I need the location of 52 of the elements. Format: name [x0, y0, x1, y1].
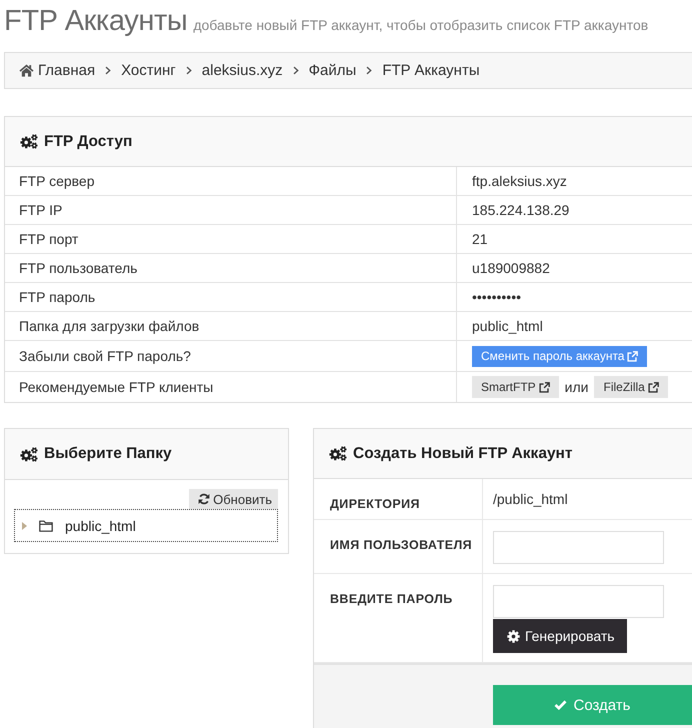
row-label: FTP пароль — [18, 288, 96, 307]
chevron-icon — [366, 66, 372, 75]
page-subtitle: добавьте новый FTP аккаунт, чтобы отобразить список FTP аккаунтов — [193, 17, 648, 33]
form-label: ИМЯ ПОЛЬЗОВАТЕЛЯ — [314, 520, 483, 573]
panel-title: FTP Доступ — [44, 132, 132, 150]
row-label: FTP пользователь — [18, 259, 138, 278]
panel-title: Выберите Папку — [44, 445, 172, 463]
folder-icon — [39, 520, 53, 532]
external-link-icon — [648, 382, 659, 392]
gears-icon — [329, 446, 347, 461]
panel-title: Создать Новый FTP Аккаунт — [353, 444, 573, 462]
directory-value: /public_html — [493, 490, 568, 509]
check-icon — [554, 700, 568, 710]
separator-text: или — [564, 379, 588, 395]
row-label: Рекомендуемые FTP клиенты — [18, 378, 214, 397]
breadcrumb-link[interactable]: FTP Аккаунты — [382, 62, 480, 79]
row-value: •••••••••• — [456, 283, 692, 311]
external-link-icon — [538, 382, 550, 392]
folder-name[interactable]: public_html — [65, 518, 136, 534]
breadcrumb-link[interactable]: Файлы — [308, 62, 356, 79]
row-label: Забыли свой FTP пароль? — [18, 347, 192, 366]
row-value: 21 — [456, 225, 692, 253]
chevron-icon — [186, 66, 192, 75]
breadcrumb-link[interactable]: Главная — [19, 62, 96, 79]
chevron-icon — [292, 66, 299, 75]
row-label: Папка для загрузки файлов — [18, 317, 200, 336]
gears-icon — [20, 134, 38, 149]
gears-icon — [20, 446, 38, 462]
form-label: ВВЕДИТЕ ПАРОЛЬ — [314, 574, 483, 662]
row-value: u189009882 — [456, 254, 692, 282]
breadcrumb-link[interactable]: aleksius.xyz — [202, 62, 283, 79]
refresh-button[interactable]: Обновить — [189, 489, 278, 509]
client-link-button[interactable]: SmartFTP — [472, 376, 559, 398]
row-value: public_html — [456, 312, 692, 340]
form-label: ДИРЕКТОРИЯ — [314, 479, 483, 519]
breadcrumb-link[interactable]: Хостинг — [121, 62, 176, 79]
row-value: ftp.aleksius.xyz — [456, 167, 692, 195]
caret-icon[interactable] — [22, 522, 27, 530]
client-link-button[interactable]: FileZilla — [594, 376, 668, 398]
gear-icon — [507, 630, 520, 642]
username-input[interactable] — [493, 531, 664, 564]
chevron-icon — [105, 66, 112, 75]
refresh-icon — [198, 493, 210, 505]
home-icon — [19, 64, 34, 77]
generate-button[interactable]: Генерировать — [493, 619, 627, 653]
row-label: FTP сервер — [18, 172, 96, 191]
row-label: FTP порт — [18, 230, 80, 249]
row-label: FTP IP — [18, 201, 64, 220]
page-title: FTP Аккаунты — [4, 5, 188, 37]
password-input[interactable] — [493, 585, 664, 618]
external-link-icon — [627, 350, 638, 362]
row-value: 185.224.138.29 — [456, 196, 692, 224]
